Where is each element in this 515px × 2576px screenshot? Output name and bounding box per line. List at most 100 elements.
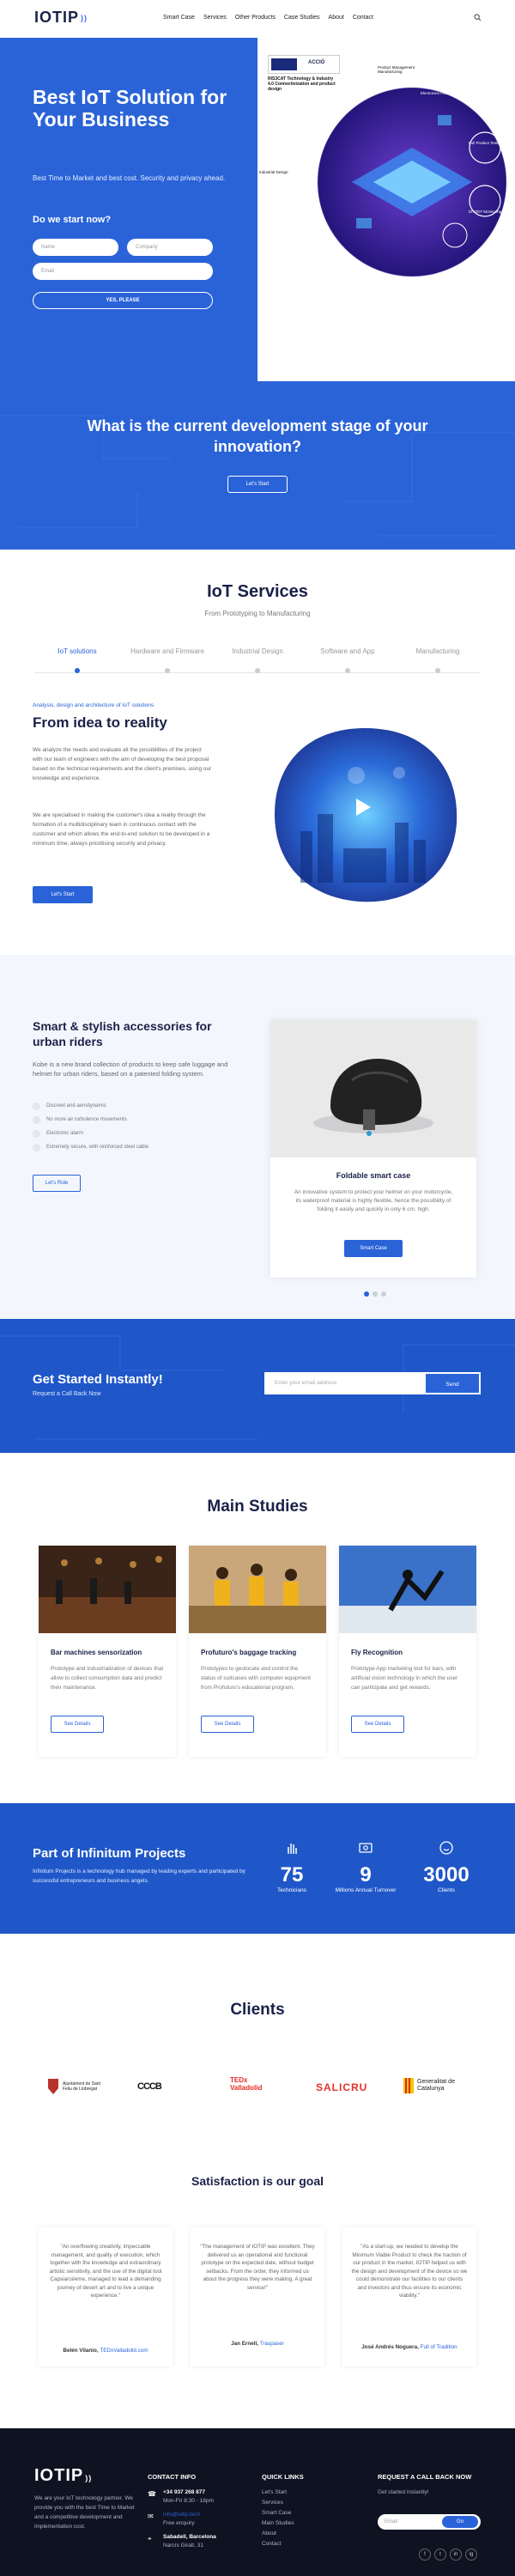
see-details-button[interactable]: See Details: [351, 1716, 404, 1733]
study-desc: Prototype App marketing tool for bars, w…: [351, 1666, 458, 1691]
testimonial-quote: "The management of IOTIP was excellent. …: [200, 2244, 315, 2291]
send-button[interactable]: Send: [424, 1372, 481, 1394]
tab-iot-solutions[interactable]: IoT solutions: [34, 647, 120, 673]
tab-manufacturing[interactable]: Manufacturing: [395, 647, 481, 673]
name-input[interactable]: Name: [33, 239, 118, 256]
yes-please-button[interactable]: YES, PLEASE: [33, 292, 213, 309]
feature-label: Discreet and aerodynamic: [46, 1103, 106, 1109]
wifi-icon: )): [85, 2474, 93, 2482]
clients-title: Clients: [230, 2001, 285, 2019]
testimonial-author: José Andrés Noguera, Full of Tradition: [342, 2344, 476, 2350]
lets-start-button[interactable]: Let's Start: [227, 476, 288, 493]
client-logo: CCCB: [137, 2081, 162, 2092]
search-icon[interactable]: [474, 14, 482, 21]
author-org[interactable]: Full of Tradition: [421, 2344, 457, 2350]
smart-case-image: [270, 1020, 476, 1157]
email-input[interactable]: Enter your email address: [264, 1372, 424, 1394]
study-title: Bar machines sensorization: [51, 1649, 142, 1656]
study-title: Profuturo's baggage tracking: [201, 1649, 297, 1656]
study-card: Bar machines sensorization Prototype and…: [39, 1546, 176, 1757]
footer-link[interactable]: Main Studies: [262, 2519, 294, 2528]
product-card: Foldable smart case An innovative system…: [270, 1020, 476, 1278]
chip-label: Industrial Design: [259, 170, 288, 174]
bar-image: [39, 1546, 176, 1633]
footer-email[interactable]: info@iotip.tech: [163, 2511, 200, 2519]
footer-link[interactable]: Services: [262, 2499, 283, 2507]
email-input[interactable]: Email: [33, 263, 213, 280]
company-input[interactable]: Company: [127, 239, 213, 256]
carousel-dot[interactable]: [381, 1291, 386, 1297]
testimonial-author: Belén Vilanio, TEDxValladolid.com: [39, 2348, 173, 2354]
footer-address: Sabadell, Barcelona: [163, 2534, 216, 2540]
see-details-button[interactable]: See Details: [51, 1716, 104, 1733]
stat-value: 75: [280, 1863, 304, 1886]
author-org[interactable]: Traspaser: [260, 2341, 284, 2347]
lets-start-button[interactable]: Let's Start: [33, 886, 93, 903]
services-title: IoT Services: [207, 582, 308, 601]
feature-label: Extremely secure, with reinforced steel …: [46, 1145, 149, 1150]
services-paragraph: We analyze the needs and evaluate all th…: [33, 747, 212, 781]
footer-phone[interactable]: +34 937 268 877: [163, 2488, 205, 2497]
logo-text: IOTIP: [34, 2466, 84, 2485]
footer-about: We are your IoT technology partner. We p…: [34, 2495, 135, 2530]
stat-clients: 3000 Clients: [412, 1841, 481, 1893]
check-icon: [33, 1143, 40, 1151]
testimonial-author: Jan Ernell, Traspaser: [191, 2341, 324, 2347]
hero-question: Do we start now?: [33, 215, 112, 225]
footer-link[interactable]: Contact: [262, 2540, 281, 2549]
footer-email-sub: Free enquiry: [163, 2520, 195, 2526]
smile-icon: [439, 1841, 453, 1855]
facebook-icon[interactable]: f: [419, 2549, 431, 2561]
nav-case-studies[interactable]: Case Studies: [284, 15, 320, 21]
footer-link[interactable]: About: [262, 2530, 276, 2538]
accessories-section: Smart & stylish accessories for urban ri…: [0, 955, 515, 1319]
phone-icon: ☎: [148, 2490, 156, 2498]
footer-address-sub: Narcís Giralt, 31: [163, 2543, 203, 2549]
footer-link[interactable]: Smart Case: [262, 2509, 291, 2518]
tab-software-app[interactable]: Software and App: [305, 647, 391, 673]
instagram-icon[interactable]: ig: [465, 2549, 477, 2561]
circuit-pattern: [0, 415, 515, 537]
hero-subtitle: Best Time to Market and best cost. Secur…: [33, 174, 226, 182]
services-subtitle: From Prototyping to Manufacturing: [204, 610, 311, 617]
study-card: Fly Recognition Prototype App marketing …: [339, 1546, 476, 1757]
carousel-dot-active[interactable]: [364, 1291, 369, 1297]
nav-other-products[interactable]: Other Products: [235, 15, 276, 21]
footer-logo[interactable]: IOTIP)): [34, 2466, 92, 2486]
author-org[interactable]: TEDxValladolid.com: [100, 2348, 148, 2354]
smart-city-image: [275, 728, 457, 902]
footer: IOTIP)) We are your IoT technology partn…: [0, 2428, 515, 2576]
contact-title: CONTACT INFO: [148, 2473, 197, 2481]
tab-industrial-design[interactable]: Industrial Design: [215, 647, 300, 673]
cert-mark: ACCIÓ: [308, 60, 325, 65]
check-icon: [33, 1129, 40, 1138]
footer-link[interactable]: Let's Start: [262, 2488, 287, 2497]
stat-value: 3000: [423, 1863, 470, 1886]
linkedin-icon[interactable]: in: [450, 2549, 462, 2561]
lets-ride-button[interactable]: Let's Ride: [33, 1175, 81, 1192]
feature-label: No more air turbulence movements: [46, 1117, 127, 1122]
wifi-icon: )): [81, 13, 88, 22]
carousel-dot[interactable]: [373, 1291, 378, 1297]
smart-case-button[interactable]: Smart Case: [344, 1240, 403, 1257]
tab-hardware-firmware[interactable]: Hardware and Firmware: [124, 647, 210, 673]
logo[interactable]: IOTIP)): [34, 9, 88, 27]
go-button[interactable]: Go: [442, 2516, 478, 2528]
tab-label: IoT solutions: [58, 647, 97, 655]
nav-services[interactable]: Services: [203, 15, 227, 21]
client-logo: Generalitat de Catalunya: [403, 2078, 469, 2093]
footer-hours: Mon-Fri 8:30 - 18pm: [163, 2498, 214, 2504]
nav-contact[interactable]: Contact: [353, 15, 373, 21]
stat-label: Technicians: [277, 1887, 306, 1893]
stat-turnover: 9 Millions Annual Turnover: [331, 1841, 400, 1893]
client-logo: SALICRU: [316, 2081, 368, 2093]
hero-title: Best IoT Solution for Your Business: [33, 86, 227, 131]
get-started-title: Get Started Instantly!: [33, 1372, 163, 1387]
list-item: Electronic alarm: [33, 1127, 148, 1140]
see-details-button[interactable]: See Details: [201, 1716, 254, 1733]
twitter-icon[interactable]: t: [434, 2549, 446, 2561]
testimonial-quote: "An overflowing creativity, impeccable m…: [49, 2244, 162, 2299]
nav-about[interactable]: About: [329, 15, 344, 21]
author-name: Jan Ernell,: [231, 2341, 258, 2347]
nav-smart-case[interactable]: Smart Case: [163, 15, 195, 21]
